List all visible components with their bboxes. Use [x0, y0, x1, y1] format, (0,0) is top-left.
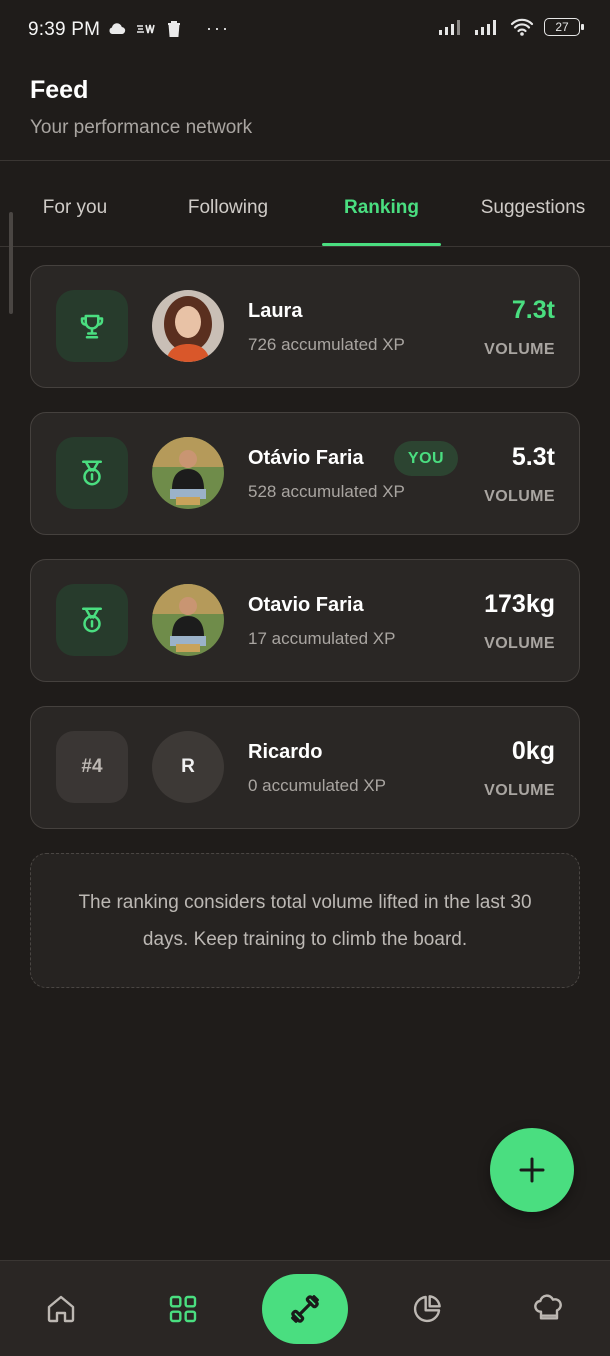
tab-suggestions[interactable]: Suggestions: [460, 170, 606, 246]
plus-icon: [519, 1157, 545, 1183]
medal-icon: [82, 460, 102, 486]
rank-badge: [56, 437, 128, 509]
overflow-dots: ···: [206, 18, 230, 38]
trophy-icon: [80, 314, 104, 339]
notification-app-icon: [137, 24, 155, 33]
user-name: Otavio Faria: [248, 594, 364, 616]
cell-signal-icon: [439, 20, 460, 35]
header-divider: [0, 160, 610, 161]
volume-value: 5.3t: [511, 443, 555, 471]
volume-label: VOLUME: [484, 635, 555, 652]
user-xp: 528 accumulated XP: [248, 482, 405, 501]
ranking-card[interactable]: Otávio Faria YOU 528 accumulated XP 5.3t…: [30, 412, 580, 535]
volume-value: 0kg: [511, 737, 555, 765]
scrollbar[interactable]: [9, 212, 13, 314]
user-xp: 17 accumulated XP: [248, 629, 396, 648]
tab-following[interactable]: Following: [150, 170, 306, 246]
page-subtitle: Your performance network: [30, 117, 253, 138]
page-title: Feed: [30, 76, 89, 104]
user-xp: 0 accumulated XP: [248, 776, 386, 795]
feed-tabs: For you Following Ranking Suggestions: [0, 170, 610, 246]
you-badge: YOU: [394, 441, 458, 476]
tab-for-you[interactable]: For you: [0, 170, 150, 246]
nav-workout[interactable]: [262, 1274, 348, 1344]
bottom-nav: [0, 1260, 610, 1356]
user-name: Ricardo: [248, 741, 323, 763]
avatar: [152, 290, 224, 362]
volume-value: 173kg: [484, 590, 555, 618]
cloud-icon: [109, 22, 126, 34]
home-icon: [47, 1295, 75, 1323]
nav-stats[interactable]: [377, 1261, 477, 1356]
dumbbell-icon: [291, 1295, 319, 1323]
grid-icon: [169, 1295, 197, 1323]
ranking-card[interactable]: Otavio Faria 17 accumulated XP 173kg VOL…: [30, 559, 580, 682]
chef-hat-icon: [534, 1294, 562, 1320]
status-right-icons: 27: [438, 18, 584, 36]
volume-label: VOLUME: [484, 341, 555, 358]
ranking-card[interactable]: Laura 726 accumulated XP 7.3t VOLUME: [30, 265, 580, 388]
avatar: R: [152, 731, 224, 803]
rank-badge: [56, 290, 128, 362]
nav-home[interactable]: [11, 1261, 111, 1356]
page-header: Feed Your performance network: [30, 76, 252, 139]
avatar: [152, 584, 224, 656]
medal-icon: [82, 607, 102, 633]
wifi-icon: [510, 18, 534, 36]
status-time: 9:39 PM: [28, 19, 101, 40]
avatar: [152, 437, 224, 509]
volume-value: 7.3t: [511, 296, 555, 324]
tab-ranking[interactable]: Ranking: [322, 170, 441, 246]
rank-badge: #4: [56, 731, 128, 803]
volume-label: VOLUME: [484, 488, 555, 505]
battery-level: 27: [555, 20, 569, 34]
status-left-icons: ···: [108, 18, 230, 39]
rank-badge: [56, 584, 128, 656]
user-name: Otávio Faria: [248, 447, 364, 469]
user-xp: 726 accumulated XP: [248, 335, 405, 354]
add-button[interactable]: [490, 1128, 574, 1212]
tabs-divider: [0, 246, 610, 247]
volume-label: VOLUME: [484, 782, 555, 799]
nav-grid[interactable]: [133, 1261, 233, 1356]
nav-nutrition[interactable]: [499, 1261, 599, 1356]
ranking-card[interactable]: #4 R Ricardo 0 accumulated XP 0kg VOLUME: [30, 706, 580, 829]
trash-icon: [168, 20, 180, 37]
ranking-info: The ranking considers total volume lifte…: [30, 853, 580, 988]
cell-signal-icon: [475, 20, 496, 35]
status-bar: 9:39 PM ··· 27: [0, 0, 610, 60]
battery-icon: 27: [544, 18, 584, 36]
user-name: Laura: [248, 300, 303, 322]
pie-chart-icon: [413, 1295, 441, 1323]
